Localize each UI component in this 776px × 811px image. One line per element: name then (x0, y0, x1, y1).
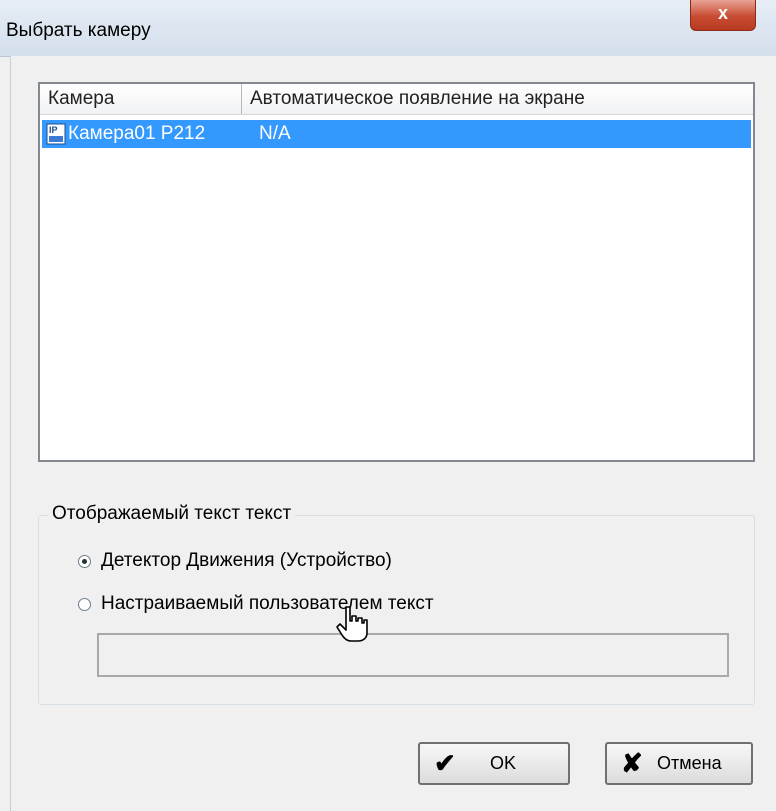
title-bar: Выбрать камеру x (0, 0, 776, 57)
column-header-camera[interactable]: Камера (40, 84, 242, 114)
list-item[interactable]: IP Камера01 P212 N/A (42, 120, 751, 148)
radio-label-custom-text[interactable]: Настраиваемый пользователем текст (101, 593, 434, 615)
radio-custom-text[interactable]: Настраиваемый пользователем текст (78, 591, 434, 617)
column-header-auto-display[interactable]: Автоматическое появление на экране (242, 84, 753, 114)
cross-icon: ✘ (621, 748, 643, 778)
ip-camera-icon: IP (46, 123, 66, 145)
close-button[interactable]: x (690, 0, 756, 31)
list-header: Камера Автоматическое появление на экран… (40, 84, 753, 115)
radio-motion-detector[interactable]: Детектор Движения (Устройство) (78, 548, 392, 574)
close-icon: x (717, 3, 728, 23)
svg-text:IP: IP (49, 125, 58, 135)
hand-cursor-icon (336, 606, 368, 642)
radio-checked-icon[interactable] (78, 554, 91, 568)
window-title: Выбрать камеру (6, 20, 151, 41)
display-text-group-label: Отображаемый текст текст (48, 503, 296, 525)
radio-unchecked-icon[interactable] (78, 597, 91, 611)
radio-label-motion-detector[interactable]: Детектор Движения (Устройство) (101, 550, 392, 572)
cancel-button[interactable]: ✘ Отмена (605, 742, 753, 785)
ok-button[interactable]: ✔ OK (418, 742, 570, 785)
camera-list[interactable]: Камера Автоматическое появление на экран… (38, 82, 755, 462)
checkmark-icon: ✔ (434, 748, 456, 778)
ok-label: OK (490, 753, 517, 773)
camera-name-cell: Камера01 P212 (68, 123, 206, 144)
auto-display-cell: N/A (259, 123, 291, 144)
custom-text-field[interactable] (97, 633, 729, 677)
cancel-label: Отмена (657, 753, 722, 773)
